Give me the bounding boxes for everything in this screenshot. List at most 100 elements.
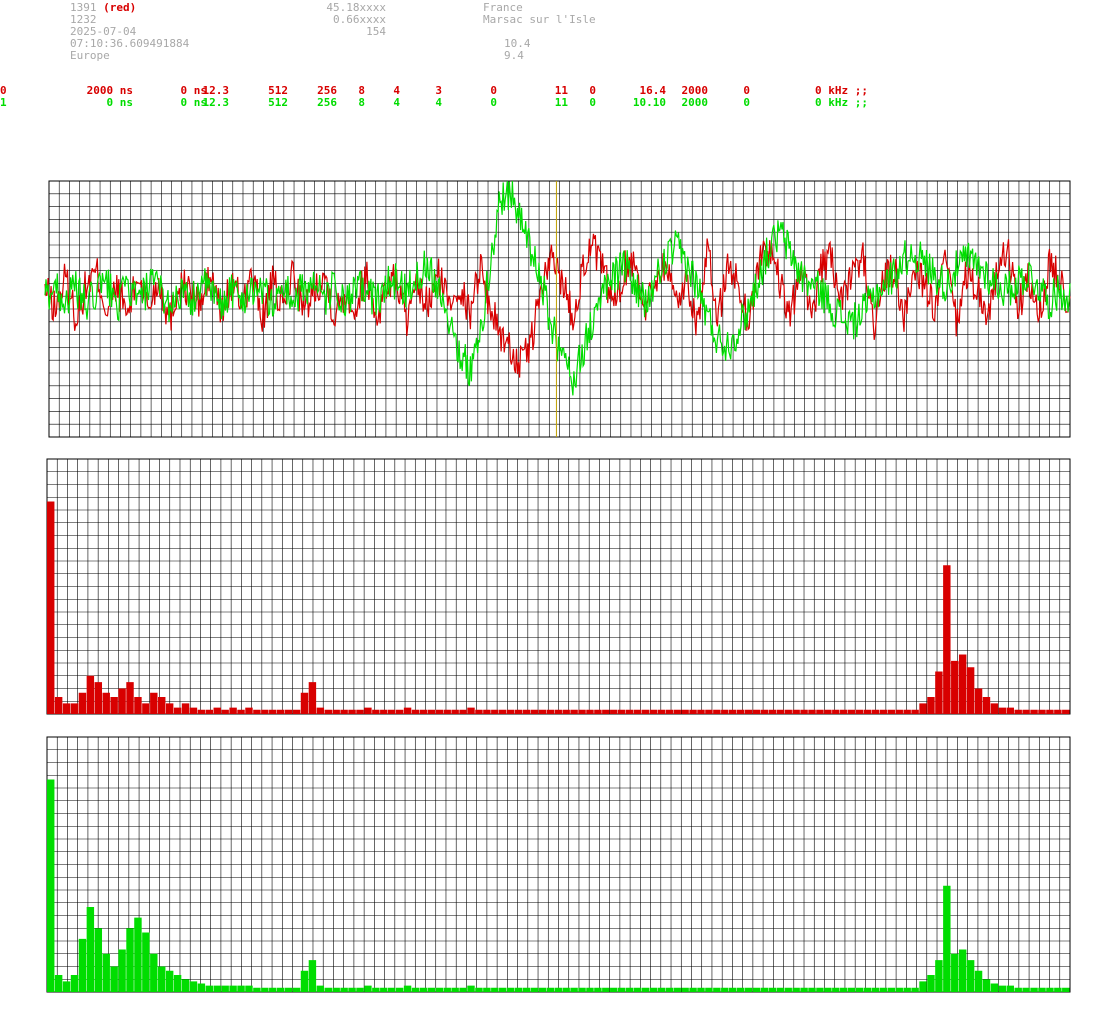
spectrum-bar <box>308 682 317 714</box>
spectrum-bar <box>911 987 919 992</box>
spectrum-bar <box>245 985 253 992</box>
spectrum-bar <box>356 987 364 992</box>
spectrum-bar <box>958 654 967 714</box>
spectrum-bar <box>578 709 586 714</box>
spectrum-bar <box>86 907 95 992</box>
spectrum-bar <box>269 709 277 714</box>
spectrum-bar <box>602 709 610 714</box>
spectrum-bar <box>776 709 785 714</box>
spectrum-bar <box>879 709 888 714</box>
spectrum-bar <box>752 709 761 714</box>
spectrum-bar <box>943 565 951 714</box>
spectrum-bar <box>332 709 340 714</box>
spectrum-bar <box>871 987 880 992</box>
spectrum-bar <box>506 709 515 714</box>
spectrum-bar <box>380 709 388 714</box>
spectrum-bar <box>483 987 491 992</box>
spectrum-bar <box>427 709 436 714</box>
spectrum-bar <box>475 709 483 714</box>
spectrum-bar <box>134 697 142 714</box>
spectrum-bar <box>78 938 87 992</box>
spectrum-bar <box>697 987 705 992</box>
spectrum-bar <box>855 709 864 714</box>
spectrum-bar <box>792 987 800 992</box>
spectrum-bar <box>165 703 174 714</box>
spectrum-bar <box>673 987 681 992</box>
spectrum-bar <box>181 979 190 992</box>
spectrum-bar <box>538 987 547 992</box>
spectrum-bar <box>300 692 309 714</box>
plots-svg <box>44 180 1071 993</box>
spectrum-bar <box>792 709 800 714</box>
spectrum-bar <box>411 709 420 714</box>
spectrum-bar <box>1030 987 1038 992</box>
spectrum-bar <box>324 987 332 992</box>
spectrum-bar <box>847 709 856 714</box>
spectrum-bar <box>388 709 396 714</box>
spectrum-bar <box>142 932 150 992</box>
spectrum-bar <box>388 987 396 992</box>
spectrum-bar <box>895 987 903 992</box>
spectrum-bar <box>665 987 673 992</box>
spectrum-bar <box>911 709 919 714</box>
spectrum-bar <box>403 985 412 992</box>
spectrum-bar <box>816 709 824 714</box>
spectrum-bar <box>784 987 792 992</box>
spectrum-bar <box>380 987 388 992</box>
spectrum-bar <box>729 987 737 992</box>
spectrum-bar <box>554 709 562 714</box>
spectrum-bar <box>998 707 1007 714</box>
spectrum-bar <box>475 987 483 992</box>
spectrum-bar <box>443 709 451 714</box>
spectrum-bar <box>261 987 269 992</box>
spectrum-bar <box>546 987 555 992</box>
spectrum-bar <box>863 987 872 992</box>
spectrum-bar <box>506 987 515 992</box>
spectrum-bar <box>126 928 134 992</box>
spectrum-bar <box>189 707 198 714</box>
spectrum-bar <box>974 970 983 992</box>
spectrum-bar <box>705 987 713 992</box>
spectrum-bar <box>499 987 507 992</box>
spectrum-bar <box>895 709 903 714</box>
spectrum-bar <box>316 985 325 992</box>
spectrum-bar <box>253 987 261 992</box>
spectrum-bar <box>491 709 499 714</box>
spectrum-bar <box>1054 709 1062 714</box>
spectrum-bar <box>903 709 911 714</box>
spectrum-bar <box>197 709 206 714</box>
spectrum-bar <box>713 709 721 714</box>
spectrum-bar <box>657 987 666 992</box>
spectrum-bar <box>292 709 301 714</box>
spectrum-bar <box>641 987 650 992</box>
spectrum-bar <box>522 987 531 992</box>
spectrum-bar <box>54 975 63 992</box>
spectrum-bar <box>483 709 491 714</box>
spectrum-bar <box>586 709 594 714</box>
spectrum-bar <box>887 987 896 992</box>
spectrum-bar <box>284 709 293 714</box>
spectrum-bar <box>768 709 777 714</box>
spectrum-bar <box>158 697 166 714</box>
spectrum-bar <box>150 953 158 992</box>
spectrum-bar <box>736 987 745 992</box>
spectrum-bar <box>998 985 1007 992</box>
spectrum-bar <box>459 987 467 992</box>
spectrum-bar <box>118 949 126 992</box>
spectrum-bar <box>237 985 245 992</box>
spectrum-bar <box>348 987 356 992</box>
spectrum-bar <box>213 985 221 992</box>
spectrum-bar <box>332 987 340 992</box>
spectrum-bar <box>610 709 618 714</box>
spectrum-bar <box>110 966 118 992</box>
spectrum-bar <box>1046 709 1054 714</box>
spectrum-bar <box>134 917 142 992</box>
spectrum-bar <box>570 709 578 714</box>
waveform-trace <box>44 180 1071 396</box>
spectrum-bar <box>641 709 650 714</box>
spectrum-bar <box>982 979 991 992</box>
spectrum-bar <box>372 987 380 992</box>
spectrum-bar <box>261 709 269 714</box>
spectrum-bar <box>673 709 681 714</box>
spectrum-bar <box>514 709 523 714</box>
